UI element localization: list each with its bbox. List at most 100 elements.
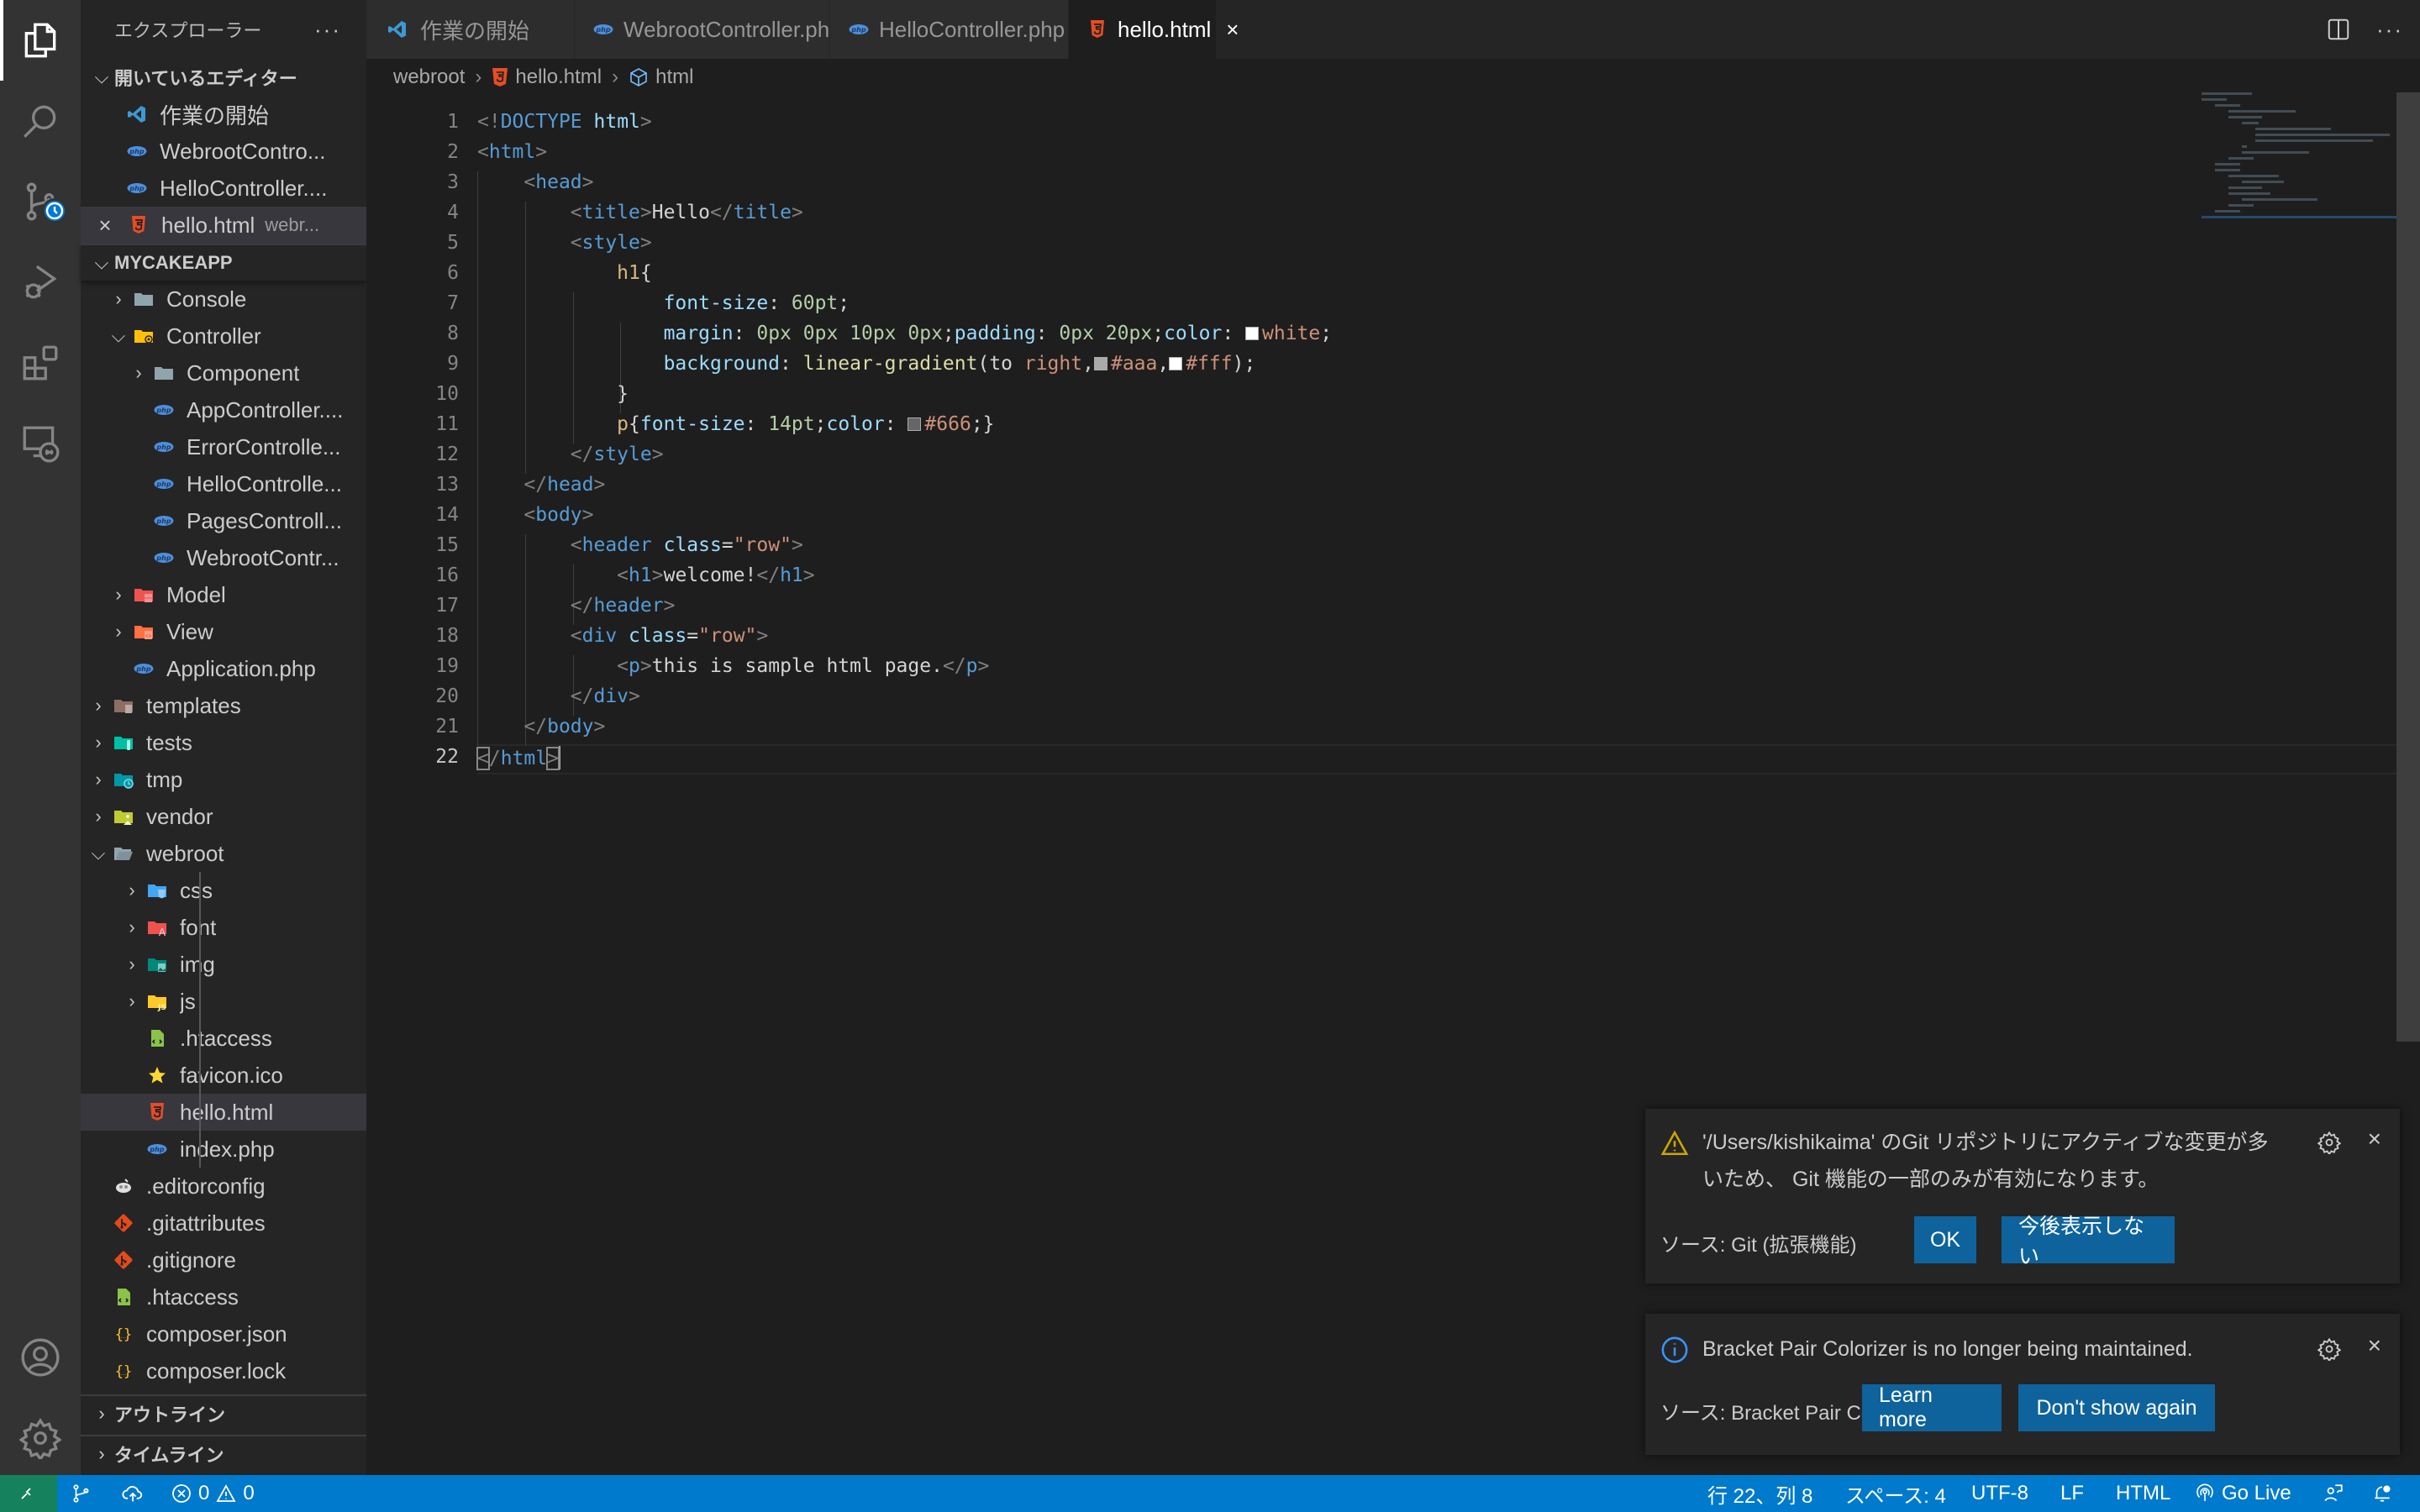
tree-folder[interactable]: › JS js xyxy=(81,983,366,1020)
code-line[interactable]: <div class="row"> xyxy=(477,625,768,647)
color-swatch[interactable] xyxy=(1169,357,1183,370)
code-line[interactable]: </html> xyxy=(476,746,560,770)
tree-file[interactable]: php PagesControll... xyxy=(81,502,366,539)
end-of-line[interactable]: LF xyxy=(2060,1475,2084,1512)
tree-file[interactable]: .htaccess xyxy=(81,1020,366,1057)
chevron-right-icon[interactable]: › xyxy=(121,953,143,975)
color-swatch[interactable] xyxy=(1093,357,1107,370)
dont-show-again-button[interactable]: 今後表示しない xyxy=(2002,1215,2175,1268)
chevron-right-icon[interactable]: › xyxy=(121,879,143,901)
open-editor-item[interactable]: 作業の開始 xyxy=(81,96,366,133)
open-editor-item[interactable]: php HelloController.... xyxy=(81,170,366,207)
close-icon[interactable]: × xyxy=(2368,1332,2381,1359)
code-line[interactable]: <head> xyxy=(477,171,593,193)
tree-file[interactable]: favicon.ico xyxy=(81,1057,366,1094)
tree-folder[interactable]: › Model xyxy=(81,576,366,613)
tree-folder[interactable]: › css xyxy=(81,872,366,909)
editor-tab[interactable]: php HelloController.php xyxy=(830,0,1069,59)
tree-folder[interactable]: › <> View xyxy=(81,613,366,650)
code-line[interactable]: <h1>welcome!</h1> xyxy=(477,564,814,586)
tree-file[interactable]: .htaccess xyxy=(81,1278,366,1315)
close-icon[interactable]: × xyxy=(2368,1126,2381,1152)
code-line[interactable]: <header class="row"> xyxy=(477,534,803,556)
chevron-right-icon[interactable]: › xyxy=(121,990,143,1012)
open-editor-item[interactable]: php WebrootContro... xyxy=(81,133,366,170)
chevron-right-icon[interactable]: › xyxy=(87,769,109,790)
dont-show-again-button[interactable]: Don't show again xyxy=(2018,1384,2215,1431)
tree-folder[interactable]: › Component xyxy=(81,354,366,391)
feedback-item[interactable] xyxy=(2323,1475,2344,1512)
more-actions-icon[interactable]: ··· xyxy=(2376,17,2403,43)
color-swatch[interactable] xyxy=(1245,327,1260,340)
notifications-item[interactable] xyxy=(2371,1475,2393,1512)
chevron-right-icon[interactable]: › xyxy=(121,916,143,938)
close-icon[interactable]: × xyxy=(1226,17,1239,43)
tree-file[interactable]: php ErrorControlle... xyxy=(81,428,366,465)
tree-folder[interactable]: ⌵ Controller xyxy=(81,318,366,354)
ok-button[interactable]: OK xyxy=(1914,1216,1976,1263)
tree-folder[interactable]: › Console xyxy=(81,281,366,318)
tree-file[interactable]: .editorconfig xyxy=(81,1168,366,1205)
cursor-position[interactable]: 行 22、列 8 xyxy=(1707,1475,1812,1512)
open-editors-header[interactable]: ⌵ 開いているエディター xyxy=(81,59,366,96)
language-mode[interactable]: HTML xyxy=(2116,1475,2170,1512)
code-line[interactable]: </style> xyxy=(477,444,664,465)
tree-folder[interactable]: ⌵ webroot xyxy=(81,835,366,872)
code-line[interactable]: <!DOCTYPE html> xyxy=(477,111,652,133)
learn-more-button[interactable]: Learn more xyxy=(1862,1383,2002,1431)
chevron-right-icon[interactable]: › xyxy=(87,732,109,753)
activity-manage[interactable] xyxy=(0,1398,81,1478)
remote-indicator[interactable] xyxy=(0,1475,57,1512)
code-line[interactable]: <html> xyxy=(477,141,547,163)
tree-folder[interactable]: › templates xyxy=(81,687,366,724)
code-line[interactable]: <p>this is sample html page.</p> xyxy=(477,655,989,677)
tree-folder[interactable]: › vendor xyxy=(81,798,366,835)
publish-item[interactable] xyxy=(121,1475,145,1512)
chevron-down-icon[interactable]: ⌵ xyxy=(87,843,109,864)
tree-file[interactable]: {}… composer.lock xyxy=(81,1352,366,1389)
tree-file[interactable]: php WebrootContr... xyxy=(81,539,366,576)
encoding[interactable]: UTF-8 xyxy=(1971,1475,2028,1512)
more-actions-icon[interactable]: ··· xyxy=(314,17,341,43)
outline-header[interactable]: › アウトライン xyxy=(81,1394,366,1431)
tree-file[interactable]: php index.php xyxy=(81,1131,366,1168)
tree-file[interactable]: php HelloControlle... xyxy=(81,465,366,502)
chevron-right-icon[interactable]: › xyxy=(108,584,129,606)
code-line[interactable]: margin: 0px 0px 10px 0px;padding: 0px 20… xyxy=(477,323,1333,344)
editor-tab[interactable]: php WebrootController.php xyxy=(575,0,842,59)
close-icon[interactable]: × xyxy=(94,213,116,239)
code-line[interactable]: background: linear-gradient(to right, #aa… xyxy=(477,353,1256,375)
open-editor-item[interactable]: × hello.html webr... xyxy=(81,207,366,244)
editor-tab[interactable]: 作業の開始 xyxy=(366,0,575,59)
tree-file[interactable]: {}… composer.json xyxy=(81,1315,366,1352)
code-line[interactable]: </header> xyxy=(477,595,676,617)
breadcrumb-symbol[interactable]: html xyxy=(655,66,693,89)
minimap[interactable] xyxy=(2202,92,2412,218)
go-live-button[interactable]: Go Live xyxy=(2195,1475,2291,1512)
breadcrumb-file[interactable]: hello.html xyxy=(515,66,602,89)
code-line[interactable]: </body> xyxy=(477,716,605,738)
problems-item[interactable]: 0 0 xyxy=(171,1475,255,1512)
activity-extensions[interactable] xyxy=(0,323,81,403)
gear-icon[interactable] xyxy=(2317,1337,2341,1361)
chevron-right-icon[interactable]: › xyxy=(87,695,109,717)
chevron-right-icon[interactable]: › xyxy=(87,806,109,827)
activity-source-control[interactable] xyxy=(0,161,81,242)
code-line[interactable]: } xyxy=(477,383,629,405)
tree-folder[interactable]: › Afont xyxy=(81,909,366,946)
editor-tab[interactable]: hello.html × xyxy=(1069,0,1239,59)
code-line[interactable]: h1{ xyxy=(477,262,652,284)
code-line[interactable]: <style> xyxy=(477,232,652,254)
activity-run-debug[interactable] xyxy=(0,242,81,323)
code-line[interactable]: </head> xyxy=(477,474,605,496)
code-line[interactable]: </div> xyxy=(477,685,640,707)
breadcrumb-folder[interactable]: webroot xyxy=(393,66,465,89)
gear-icon[interactable] xyxy=(2317,1131,2341,1154)
timeline-header[interactable]: › タイムライン xyxy=(81,1435,366,1472)
tree-folder[interactable]: › tests xyxy=(81,724,366,761)
chevron-right-icon[interactable]: › xyxy=(128,362,150,384)
tree-file[interactable]: .gitattributes xyxy=(81,1205,366,1242)
activity-search[interactable] xyxy=(0,81,81,161)
vertical-scrollbar[interactable] xyxy=(2396,92,2420,1042)
code-line[interactable]: <title>Hello</title> xyxy=(477,202,803,223)
